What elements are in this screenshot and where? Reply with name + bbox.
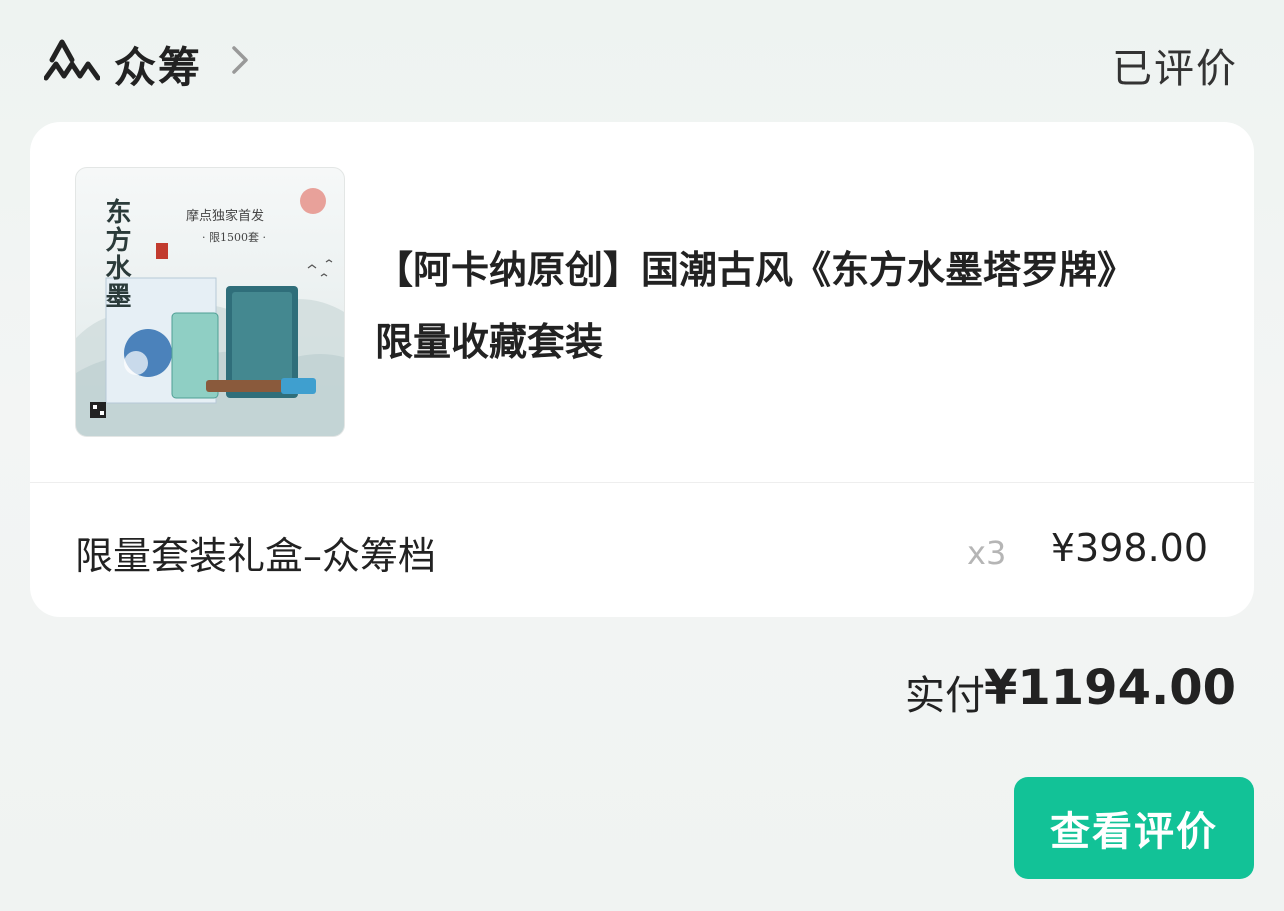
product-price: ¥398.00: [1050, 526, 1208, 570]
product-title[interactable]: 【阿卡纳原创】国潮古风《东方水墨塔罗牌》限量收藏套装: [375, 234, 1165, 378]
image-tag-line-2: · 限1500套 ·: [202, 231, 266, 244]
paid-amount: ¥1194.00: [983, 660, 1236, 716]
brand-name[interactable]: 众筹: [114, 34, 202, 95]
image-vertical-title: 东方水墨: [101, 197, 131, 310]
product-quantity: x3: [967, 534, 1007, 572]
order-status: 已评价: [1112, 46, 1238, 92]
crowdfunding-mountain-icon[interactable]: [44, 36, 100, 82]
paid-label: 实付: [905, 673, 985, 719]
card-divider: [30, 482, 1254, 483]
chevron-right-icon[interactable]: [228, 42, 252, 78]
view-review-button[interactable]: 查看评价: [1014, 777, 1254, 879]
product-image[interactable]: 摩点独家首发 · 限1500套 · 东方水墨: [75, 167, 345, 437]
product-artwork: 摩点独家首发 · 限1500套 · 东方水墨: [76, 188, 344, 436]
order-card[interactable]: 摩点独家首发 · 限1500套 · 东方水墨 【阿卡纳原创】国潮古风《东方水墨塔…: [30, 122, 1254, 617]
image-tag-line-1: 摩点独家首发: [186, 208, 264, 224]
order-header: 众筹 已评价: [0, 0, 1284, 122]
product-variant: 限量套装礼盒–众筹档: [75, 534, 437, 578]
